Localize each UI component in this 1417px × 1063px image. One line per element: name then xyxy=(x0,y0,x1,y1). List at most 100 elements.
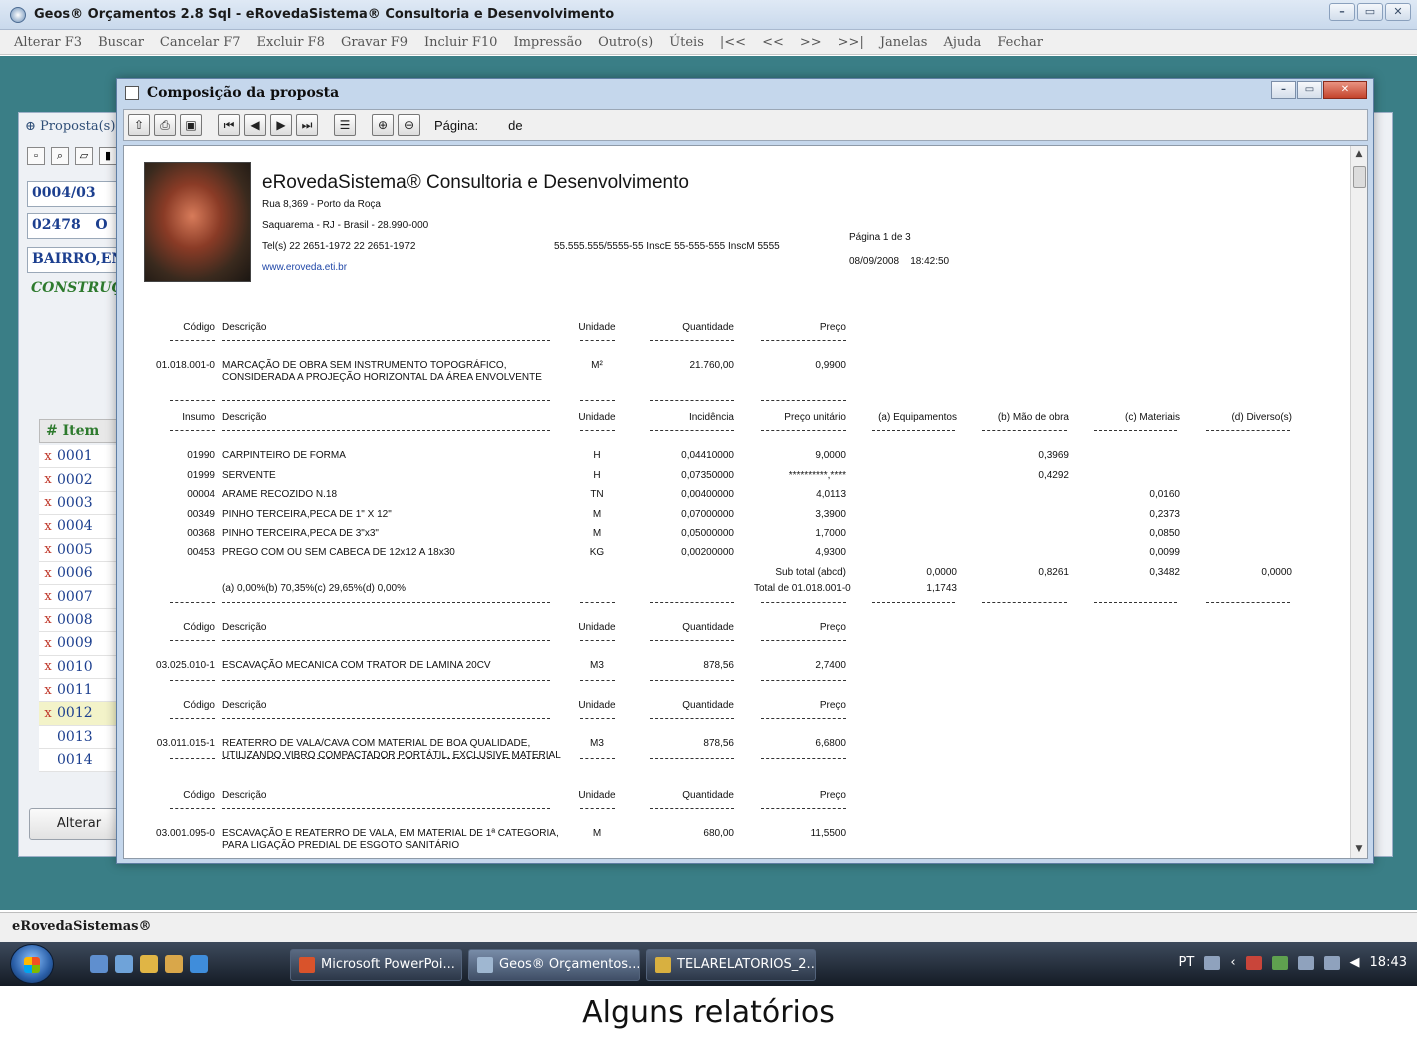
menu-impressao[interactable]: Impressão xyxy=(513,35,582,50)
report-preview-dialog: Composição da proposta – ▭ ✕ ⇧ ⎙ ▣ ⏮ ◀ ▶… xyxy=(116,78,1374,864)
menu-outros[interactable]: Outro(s) xyxy=(598,35,653,50)
clock[interactable]: 18:43 xyxy=(1370,955,1407,970)
row-marker-icon: x xyxy=(44,565,52,581)
taskbar: Microsoft PowerPoi... Geos® Orçamentos..… xyxy=(0,942,1417,986)
item-code: 01.018.001-0 xyxy=(156,360,215,371)
language-indicator[interactable]: PT xyxy=(1179,955,1195,970)
separator-line xyxy=(170,718,215,719)
scroll-up-icon[interactable]: ▲ xyxy=(1351,146,1367,163)
dialog-close-button[interactable]: ✕ xyxy=(1323,81,1367,99)
col-header-quantidade: Quantidade xyxy=(682,700,734,711)
menu-cancelar[interactable]: Cancelar F7 xyxy=(160,35,241,50)
menu-fechar[interactable]: Fechar xyxy=(997,35,1043,50)
input-description: PINHO TERCEIRA,PECA DE 3"x3" xyxy=(222,528,379,539)
prev-page-icon[interactable]: ◀ xyxy=(244,114,266,136)
page-setup-icon[interactable]: ☰ xyxy=(334,114,356,136)
item-description: ESCAVAÇÃO MECANICA COM TRATOR DE LAMINA … xyxy=(222,660,491,671)
task-geos[interactable]: Geos® Orçamentos... xyxy=(468,949,640,981)
work-type-field[interactable]: CONSTRUÇÃ xyxy=(27,277,119,303)
volume-icon[interactable]: ◀ xyxy=(1350,955,1360,970)
image-file-icon xyxy=(655,957,671,973)
dialog-minimize-button[interactable]: – xyxy=(1271,81,1296,99)
separator-line xyxy=(222,400,550,401)
separator-line xyxy=(580,602,615,603)
separator-line xyxy=(580,400,615,401)
keyboard-icon[interactable] xyxy=(1204,955,1221,970)
show-desktop-icon[interactable] xyxy=(90,955,108,973)
proposal-tab[interactable]: ⊕ Proposta(s) xyxy=(25,119,115,134)
menu-prev[interactable]: << xyxy=(762,35,784,50)
input-unit: M xyxy=(592,528,602,539)
powerpoint-icon xyxy=(299,957,315,973)
print-icon[interactable]: ⎙ xyxy=(154,114,176,136)
company-phone: Tel(s) 22 2651-1972 22 2651-1972 xyxy=(262,241,416,252)
next-page-icon[interactable]: ▶ xyxy=(270,114,292,136)
menu-gravar[interactable]: Gravar F9 xyxy=(341,35,408,50)
item-number: 0009 xyxy=(57,635,93,652)
menu-last[interactable]: >>| xyxy=(838,35,864,50)
scroll-down-icon[interactable]: ▼ xyxy=(1351,841,1367,858)
display-icon[interactable] xyxy=(1323,955,1340,970)
menu-buscar[interactable]: Buscar xyxy=(98,35,144,50)
internet-explorer-icon[interactable] xyxy=(190,955,208,973)
col-header-unidade: Unidade xyxy=(578,322,616,333)
new-doc-icon[interactable]: ▫ xyxy=(27,147,45,165)
col-header-diversos: (d) Diverso(s) xyxy=(1231,412,1292,423)
menu-uteis[interactable]: Úteis xyxy=(669,35,704,50)
menu-incluir[interactable]: Incluir F10 xyxy=(424,35,497,50)
save-icon[interactable]: ▣ xyxy=(180,114,202,136)
export-icon[interactable]: ⇧ xyxy=(128,114,150,136)
vertical-scrollbar[interactable]: ▲ ▼ xyxy=(1350,146,1367,858)
menu-ajuda[interactable]: Ajuda xyxy=(943,35,981,50)
item-unit: M3 xyxy=(590,738,604,749)
maximize-button[interactable]: ▭ xyxy=(1357,3,1383,21)
trash-icon[interactable]: ▮ xyxy=(99,147,117,165)
task-powerpoint[interactable]: Microsoft PowerPoi... xyxy=(290,949,462,981)
window-switch-icon[interactable] xyxy=(115,955,133,973)
subtotal-mao-de-obra: 0,8261 xyxy=(1038,567,1069,578)
address-field[interactable]: BAIRRO,ENI xyxy=(27,247,119,273)
menu-janelas[interactable]: Janelas xyxy=(880,35,928,50)
item-unit: M² xyxy=(591,360,603,371)
media-icon[interactable] xyxy=(140,955,158,973)
alterar-button[interactable]: Alterar xyxy=(29,808,129,840)
tray-expand-icon[interactable]: ‹ xyxy=(1230,955,1235,970)
update-icon[interactable] xyxy=(1271,955,1288,970)
input-unit: KG xyxy=(589,547,605,558)
task-telarelatorios[interactable]: TELARELATORIOS_2... xyxy=(646,949,816,981)
separator-line xyxy=(222,680,550,681)
row-marker-icon: x xyxy=(44,659,52,675)
col-header-incidencia: Incidência xyxy=(688,412,734,423)
separator-line xyxy=(170,808,215,809)
input-incidence: 0,00400000 xyxy=(681,489,734,500)
minimize-button[interactable]: – xyxy=(1329,3,1355,21)
menu-alterar[interactable]: Alterar F3 xyxy=(14,35,82,50)
zoom-in-icon[interactable]: ⊕ xyxy=(372,114,394,136)
item-quantity: 21.760,00 xyxy=(689,360,735,371)
company-website[interactable]: www.eroveda.eti.br xyxy=(262,262,347,273)
separator-line xyxy=(170,400,215,401)
input-incidence: 0,05000000 xyxy=(681,528,734,539)
zoom-out-icon[interactable]: ⊖ xyxy=(398,114,420,136)
app-title: Geos® Orçamentos 2.8 Sql - eRovedaSistem… xyxy=(34,7,615,22)
scroll-thumb[interactable] xyxy=(1353,166,1366,188)
form-toolbar: ▫ ⌕ ▱ ▮ xyxy=(27,147,117,165)
client-code-field[interactable]: 02478 O xyxy=(27,213,119,239)
folder-icon[interactable] xyxy=(165,955,183,973)
open-folder-icon[interactable]: ▱ xyxy=(75,147,93,165)
find-icon[interactable]: ⌕ xyxy=(51,147,69,165)
last-page-icon[interactable]: ⏭ xyxy=(296,114,318,136)
menu-excluir[interactable]: Excluir F8 xyxy=(257,35,325,50)
proposal-number-field[interactable]: 0004/03 xyxy=(27,181,119,207)
security-icon[interactable] xyxy=(1245,955,1262,970)
input-unit: H xyxy=(593,470,601,481)
menu-first[interactable]: |<< xyxy=(720,35,746,50)
first-page-icon[interactable]: ⏮ xyxy=(218,114,240,136)
start-button[interactable] xyxy=(10,944,54,984)
close-button[interactable]: ✕ xyxy=(1385,3,1411,21)
separator-line xyxy=(222,430,550,431)
input-unit: H xyxy=(593,450,601,461)
menu-next[interactable]: >> xyxy=(800,35,822,50)
network-icon[interactable] xyxy=(1297,955,1314,970)
dialog-maximize-button[interactable]: ▭ xyxy=(1297,81,1322,99)
